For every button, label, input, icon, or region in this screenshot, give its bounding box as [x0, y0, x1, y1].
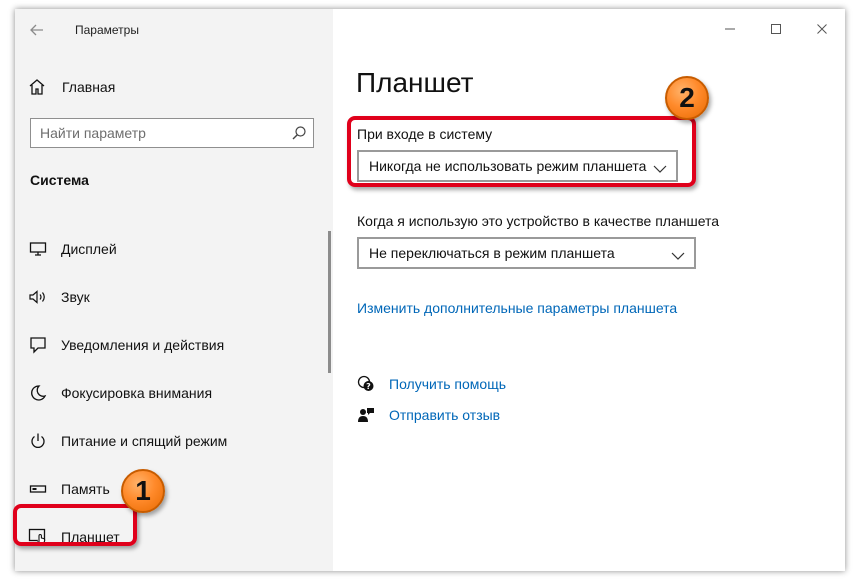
- tablet-use-label: Когда я использую это устройство в качес…: [357, 213, 720, 229]
- sidebar-item-power[interactable]: Питание и спящий режим: [15, 423, 315, 459]
- sidebar-item-label: Питание и спящий режим: [61, 433, 228, 449]
- sidebar: Параметры Главная Система Дисплей: [15, 9, 333, 571]
- help-chat-icon: ?: [357, 375, 375, 393]
- send-feedback-label: Отправить отзыв: [389, 407, 501, 423]
- storage-icon: [27, 479, 49, 499]
- tablet-switch-dropdown[interactable]: Не переключаться в режим планшета: [357, 237, 696, 269]
- maximize-icon[interactable]: [753, 9, 799, 49]
- search-input[interactable]: [31, 119, 290, 147]
- search-icon[interactable]: [291, 125, 307, 141]
- get-help-label: Получить помощь: [389, 376, 507, 392]
- dropdown-value: Не переключаться в режим планшета: [369, 245, 615, 261]
- sidebar-scrollbar[interactable]: [328, 231, 331, 373]
- svg-text:?: ?: [366, 382, 371, 391]
- tablet-icon: [27, 527, 49, 547]
- minimize-icon[interactable]: [707, 9, 753, 49]
- dropdown-value: Никогда не использовать режим планшета: [369, 158, 647, 174]
- chevron-down-icon: [671, 248, 685, 260]
- nav-home-label: Главная: [62, 79, 116, 95]
- sidebar-item-label: Дисплей: [61, 241, 117, 257]
- send-feedback-link[interactable]: Отправить отзыв: [357, 406, 500, 424]
- app-title: Параметры: [75, 23, 139, 37]
- sidebar-item-label: Уведомления и действия: [61, 337, 225, 353]
- power-icon: [27, 431, 49, 451]
- window-controls: [707, 9, 845, 49]
- page-title: Планшет: [356, 67, 474, 98]
- title-bar: Параметры: [15, 9, 333, 53]
- sidebar-item-notifications[interactable]: Уведомления и действия: [15, 327, 315, 363]
- sidebar-item-label: Планшет: [61, 529, 120, 545]
- settings-window: Параметры Главная Система Дисплей: [15, 9, 845, 571]
- sidebar-item-focus[interactable]: Фокусировка внимания: [15, 375, 315, 411]
- section-heading: Система: [30, 172, 89, 188]
- feedback-icon: [357, 406, 375, 424]
- home-icon: [27, 77, 49, 97]
- search-box[interactable]: [30, 118, 314, 148]
- get-help-link[interactable]: ? Получить помощь: [357, 375, 506, 393]
- close-icon[interactable]: [799, 9, 845, 49]
- speaker-icon: [27, 287, 49, 307]
- advanced-settings-link[interactable]: Изменить дополнительные параметры планше…: [357, 300, 677, 316]
- chevron-down-icon: [653, 161, 667, 173]
- sidebar-item-label: Звук: [61, 289, 90, 305]
- moon-icon: [27, 383, 49, 403]
- signin-mode-dropdown[interactable]: Никогда не использовать режим планшета: [357, 150, 678, 182]
- main-content: Планшет При входе в систему Никогда не и…: [333, 9, 845, 571]
- notification-icon: [27, 335, 49, 355]
- signin-label: При входе в систему: [357, 126, 493, 142]
- sidebar-item-storage[interactable]: Память: [15, 471, 315, 507]
- back-arrow-icon[interactable]: [25, 19, 49, 41]
- sidebar-item-tablet[interactable]: Планшет: [15, 519, 315, 555]
- sidebar-item-display[interactable]: Дисплей: [15, 231, 315, 267]
- nav-home[interactable]: Главная: [27, 75, 317, 99]
- monitor-icon: [27, 239, 49, 259]
- sidebar-item-sound[interactable]: Звук: [15, 279, 315, 315]
- sidebar-item-label: Фокусировка внимания: [61, 385, 213, 401]
- sidebar-item-label: Память: [61, 481, 110, 497]
